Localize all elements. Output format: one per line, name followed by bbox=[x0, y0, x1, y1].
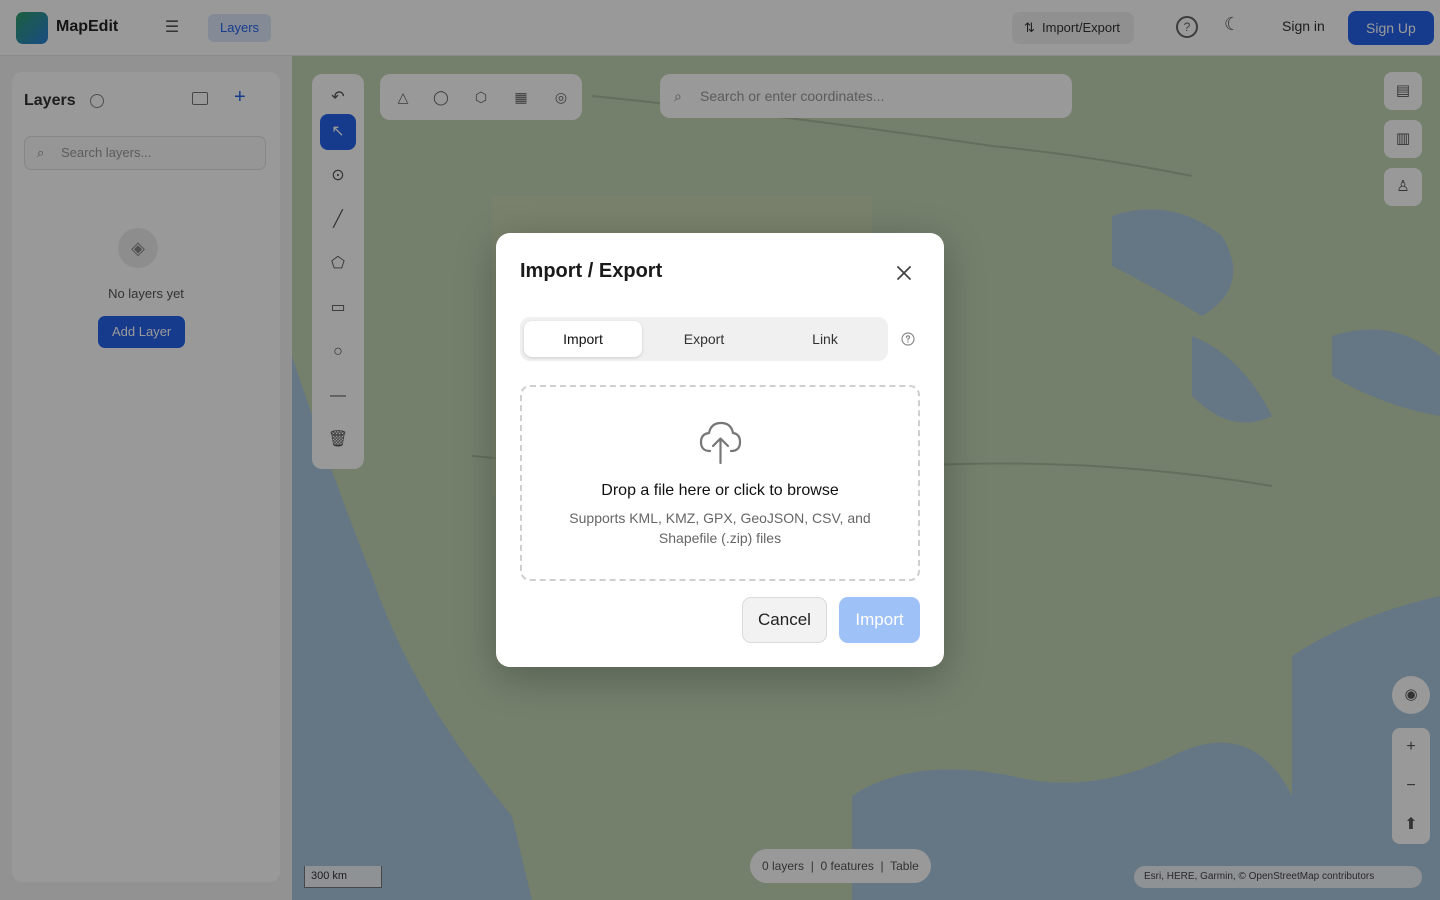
import-export-dialog: Import / Export Import Export Link Drop … bbox=[496, 233, 944, 667]
cancel-button[interactable]: Cancel bbox=[742, 597, 827, 643]
dropzone-title: Drop a file here or click to browse bbox=[601, 482, 839, 499]
close-icon[interactable] bbox=[892, 261, 916, 285]
dropzone-subtitle: Supports KML, KMZ, GPX, GeoJSON, CSV, an… bbox=[569, 510, 871, 546]
tab-import[interactable]: Import bbox=[524, 321, 642, 357]
import-export-tabs: Import Export Link bbox=[520, 317, 888, 361]
import-button[interactable]: Import bbox=[839, 597, 920, 643]
file-dropzone[interactable]: Drop a file here or click to browse Supp… bbox=[520, 385, 920, 581]
tab-link[interactable]: Link bbox=[766, 321, 884, 357]
help-icon[interactable] bbox=[901, 332, 915, 346]
cloud-upload-icon bbox=[699, 421, 742, 465]
dialog-title: Import / Export bbox=[520, 260, 663, 282]
tab-export[interactable]: Export bbox=[645, 321, 763, 357]
